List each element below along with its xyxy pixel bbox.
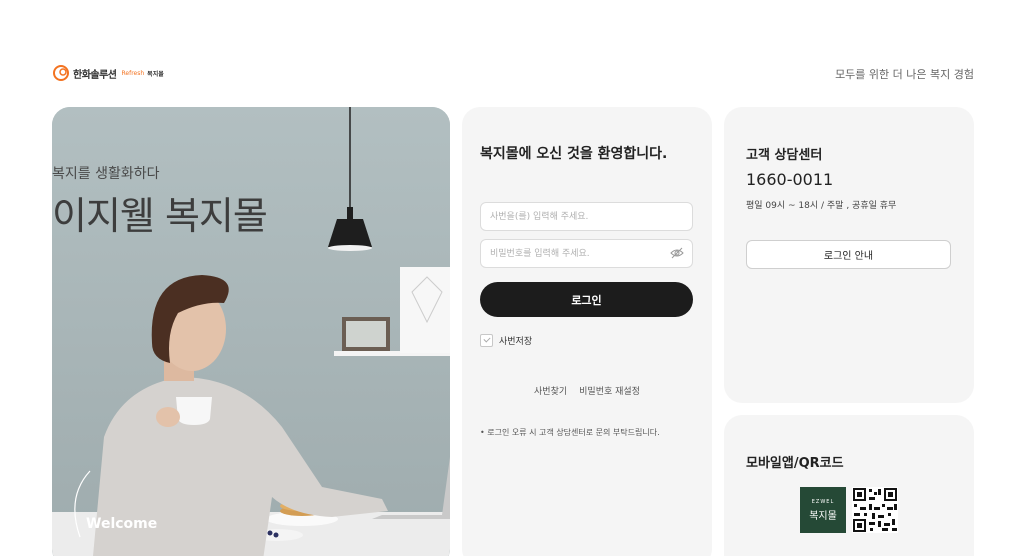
remember-id-toggle[interactable]: 사번저장	[480, 334, 532, 347]
cs-phone: 1660-0011	[746, 170, 834, 189]
find-id-link[interactable]: 사번찾기	[534, 384, 567, 397]
hanwha-logo-icon	[53, 65, 69, 81]
login-button[interactable]: 로그인	[480, 282, 693, 317]
hero-welcome-text: Welcome	[86, 516, 158, 532]
reset-password-link[interactable]: 비밀번호 재설정	[579, 384, 640, 397]
logo-sub-text: Refresh	[121, 69, 145, 77]
login-guide-button[interactable]: 로그인 안내	[746, 240, 951, 269]
qr-code-icon	[852, 487, 898, 533]
hero-subtitle: 복지를 생활화하다	[52, 166, 160, 182]
remember-id-label: 사번저장	[499, 337, 533, 347]
eye-off-icon[interactable]	[670, 247, 684, 259]
employee-id-input[interactable]	[480, 202, 693, 231]
mobile-qr-card: 모바일앱/QR코드 EZWEL 복지몰	[724, 415, 974, 556]
header-logo[interactable]: 한화솔루션 Refresh 복지몰	[52, 63, 164, 83]
account-links: 사번찾기 비밀번호 재설정	[462, 384, 712, 397]
login-title: 복지몰에 오신 것을 환영합니다.	[480, 146, 668, 162]
remember-id-checkbox[interactable]	[480, 334, 493, 347]
app-icon[interactable]: EZWEL 복지몰	[800, 487, 846, 533]
hero-image-panel: 복지를 생활화하다 이지웰 복지몰 Welcome	[52, 107, 450, 556]
login-card: 복지몰에 오신 것을 환영합니다. 로그인 사번저장 사번찾기 비밀번호 재설정…	[462, 107, 712, 556]
hero-title: 이지웰 복지몰	[52, 194, 268, 238]
header-tagline: 모두를 위한 더 나은 복지 경험	[835, 68, 974, 81]
app-name: 복지몰	[809, 510, 837, 522]
mobile-title: 모바일앱/QR코드	[746, 456, 844, 471]
logo-text: 한화솔루션	[73, 69, 117, 81]
customer-service-card: 고객 상담센터 1660-0011 평일 09시 ~ 18시 / 주말 , 공휴…	[724, 107, 974, 403]
app-brand: EZWEL	[811, 498, 835, 505]
cs-title: 고객 상담센터	[746, 148, 823, 163]
logo-sub-text-2: 복지몰	[147, 70, 164, 78]
login-notice: • 로그인 오류 시 고객 상담센터로 문의 부탁드립니다.	[480, 428, 660, 437]
password-input[interactable]	[480, 239, 693, 268]
cs-hours: 평일 09시 ~ 18시 / 주말 , 공휴일 휴무	[746, 201, 897, 211]
